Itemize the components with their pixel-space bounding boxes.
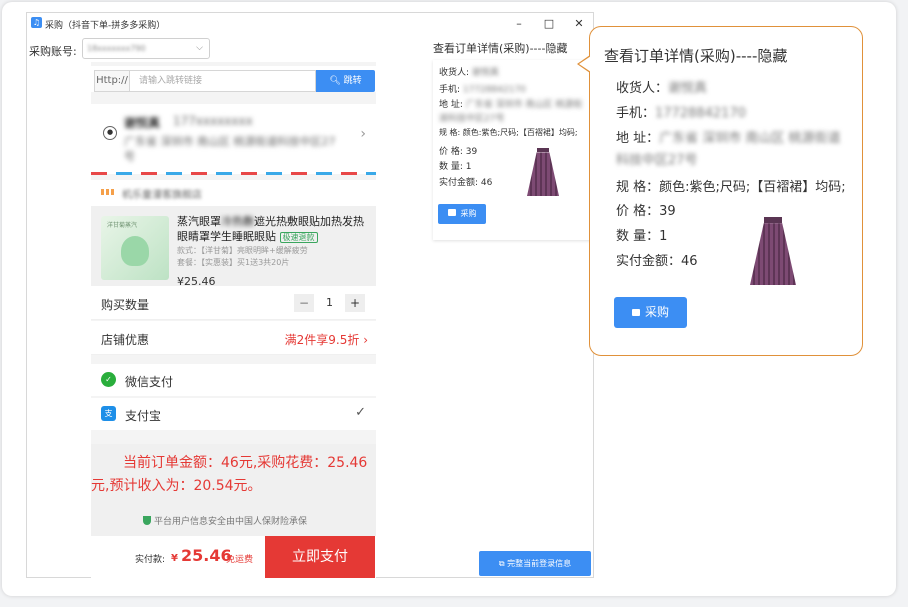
popup-paid: 实付金额：46 bbox=[616, 254, 698, 269]
cart-icon bbox=[631, 309, 640, 316]
minimize-button[interactable]: – bbox=[509, 16, 529, 32]
product-mascot bbox=[121, 236, 149, 266]
detail-receiver: 收货人: 谢悦真 bbox=[439, 68, 499, 78]
skirt-thumbnail bbox=[527, 148, 559, 196]
popup-qty: 数 量：1 bbox=[616, 229, 668, 244]
chevron-right-icon: › bbox=[363, 333, 368, 347]
popup-pointer-fill bbox=[579, 56, 591, 72]
receiver-name: 谢悦真 bbox=[124, 116, 161, 130]
detail-price: 价 格: 39 bbox=[439, 147, 478, 157]
product-title: 蒸汽眼罩冷热敷遮光热敷眼贴加热发热眼睛罩学生睡眠眼贴 极速退款 bbox=[177, 215, 364, 243]
safety-note: 平台用户信息安全由中国人保财险承保 bbox=[143, 514, 307, 527]
jump-button[interactable]: 🔍︎ 跳转 bbox=[316, 70, 375, 92]
address-card[interactable]: ● 谢悦真 177xxxxxxxx 广东省 深圳市 南山区 桃源街道科技中区27… bbox=[91, 104, 376, 174]
popup-receiver: 收货人：谢悦真 bbox=[616, 81, 708, 96]
quantity-minus-button[interactable]: − bbox=[294, 294, 314, 312]
quantity-plus-button[interactable]: + bbox=[345, 294, 365, 312]
product-image: 洋甘菊蒸汽 bbox=[101, 216, 169, 280]
detail-toggle-link[interactable]: 查看订单详情(采购)----隐藏 bbox=[433, 40, 567, 56]
url-prefix: Http:// bbox=[94, 70, 130, 92]
quantity-row: 购买数量 − 1 + bbox=[91, 286, 376, 320]
pay-now-button[interactable]: 立即支付 bbox=[265, 536, 375, 578]
shop-discount-value: 满2件享9.5折 › bbox=[284, 333, 368, 347]
detail-spec: 规 格: 颜色:紫色;尺码;【百褶裙】均码; bbox=[439, 128, 578, 137]
shop-name: 机乐童漫客旗舰店 bbox=[122, 190, 202, 201]
popup-address: 地 址：广东省 深圳市 南山区 桃源街道 bbox=[616, 131, 841, 146]
receiver-address: 广东省 深圳市 南山区 桃源街道科技中区27号 bbox=[124, 135, 336, 163]
receiver-phone: 177xxxxxxxx bbox=[173, 114, 253, 128]
close-button[interactable]: ✕ bbox=[569, 16, 589, 32]
purchase-button[interactable]: 采购 bbox=[614, 297, 687, 328]
popup-phone: 手机：17728842170 bbox=[616, 106, 746, 121]
account-value: 18xxxxxxx790 bbox=[87, 44, 146, 53]
chevron-down-icon: ⌵ bbox=[196, 43, 203, 53]
paid-label: 实付款: bbox=[135, 555, 166, 565]
popup-price: 价 格：39 bbox=[616, 204, 676, 219]
shop-discount-row[interactable]: 店铺优惠 满2件享9.5折 › bbox=[91, 321, 376, 355]
shield-icon bbox=[143, 516, 151, 525]
search-icon: 🔍︎ bbox=[329, 76, 341, 86]
quantity-value[interactable]: 1 bbox=[314, 294, 345, 312]
product-image-caption: 洋甘菊蒸汽 bbox=[107, 222, 138, 229]
shop-icon bbox=[101, 189, 115, 195]
window-title: 采购（抖音下单-拼多多采购） bbox=[45, 21, 166, 31]
order-summary-text: 当前订单金额：46元,采购花费：25.46元,预计收入为：20.54元。 bbox=[91, 455, 368, 494]
chevron-right-icon: › bbox=[360, 126, 366, 142]
order-detail-popup: 查看订单详情(采购)----隐藏 收货人：谢悦真 手机：17728842170 … bbox=[589, 26, 863, 356]
detail-address-cont: 道科技中区27号 bbox=[439, 114, 505, 124]
restore-login-button[interactable]: ⧉ 完整当前登录信息 bbox=[479, 551, 591, 576]
quantity-label: 购买数量 bbox=[101, 298, 150, 312]
product-spec-package: 套餐：【实惠装】买1送3共20片 bbox=[177, 258, 290, 267]
maximize-button[interactable]: □ bbox=[539, 16, 559, 32]
order-detail-panel: 收货人: 谢悦真 手机: 17728842170 地 址: 广东省 深圳市 南山… bbox=[433, 60, 593, 240]
detail-paid: 实付金额: 46 bbox=[439, 178, 493, 188]
skirt-image bbox=[750, 217, 796, 285]
checkout-bar: 实付款: ¥25.46 免运费 立即支付 bbox=[91, 536, 376, 578]
app-icon: ♫ bbox=[31, 17, 42, 28]
location-pin-icon: ● bbox=[103, 126, 117, 140]
account-select[interactable]: 18xxxxxxx790 ⌵ bbox=[82, 38, 210, 59]
alipay-label: 支付宝 bbox=[125, 409, 162, 423]
detail-address: 地 址: 广东省 深圳市 南山区 桃源街 bbox=[439, 100, 583, 110]
title-bar[interactable]: ♫ 采购（抖音下单-拼多多采购） – □ ✕ bbox=[27, 13, 593, 35]
url-input[interactable]: 请输入跳转链接 bbox=[129, 70, 316, 92]
jump-button-label: 跳转 bbox=[343, 76, 362, 86]
paid-amount: ¥25.46 bbox=[171, 546, 232, 565]
cart-icon bbox=[447, 209, 456, 216]
shop-header[interactable]: 机乐童漫客旗舰店 bbox=[91, 180, 376, 206]
detail-phone: 手机: 17728842170 bbox=[439, 85, 526, 95]
alipay-icon: 支 bbox=[101, 406, 116, 421]
account-label: 采购账号: bbox=[29, 45, 77, 58]
popup-spec: 规 格：颜色:紫色;尺码;【百褶裙】均码; bbox=[616, 180, 846, 195]
order-summary: 当前订单金额：46元,采购花费：25.46元,预计收入为：20.54元。 平台用… bbox=[91, 444, 376, 536]
address-stripe-divider bbox=[91, 172, 376, 175]
detail-qty: 数 量: 1 bbox=[439, 162, 472, 172]
alipay-option[interactable]: 支 支付宝 ✓ bbox=[91, 398, 376, 430]
wechat-pay-option[interactable]: ✓ 微信支付 bbox=[91, 364, 376, 396]
purchase-button-small[interactable]: 采购 bbox=[438, 204, 486, 224]
url-bar: Http:// 请输入跳转链接 🔍︎ 跳转 bbox=[91, 66, 376, 92]
fast-refund-badge: 极速退款 bbox=[279, 232, 318, 243]
shop-discount-label: 店铺优惠 bbox=[101, 333, 150, 347]
free-shipping: 免运费 bbox=[226, 555, 254, 565]
popup-address-cont: 科技中区27号 bbox=[616, 153, 698, 168]
wechat-pay-label: 微信支付 bbox=[125, 375, 174, 389]
mobile-order-page: Http:// 请输入跳转链接 🔍︎ 跳转 ● 谢悦真 177xxxxxxxx … bbox=[91, 62, 376, 578]
popup-title: 查看订单详情(采购)----隐藏 bbox=[604, 47, 788, 65]
wechat-icon: ✓ bbox=[101, 372, 116, 387]
copy-icon: ⧉ bbox=[498, 559, 505, 568]
product-spec-style: 款式：【洋甘菊】亮眼明眸+缓解疲劳 bbox=[177, 246, 308, 255]
product-card[interactable]: 洋甘菊蒸汽 蒸汽眼罩冷热敷遮光热敷眼贴加热发热眼睛罩学生睡眠眼贴 极速退款 款式… bbox=[91, 206, 376, 298]
check-icon: ✓ bbox=[355, 405, 366, 420]
